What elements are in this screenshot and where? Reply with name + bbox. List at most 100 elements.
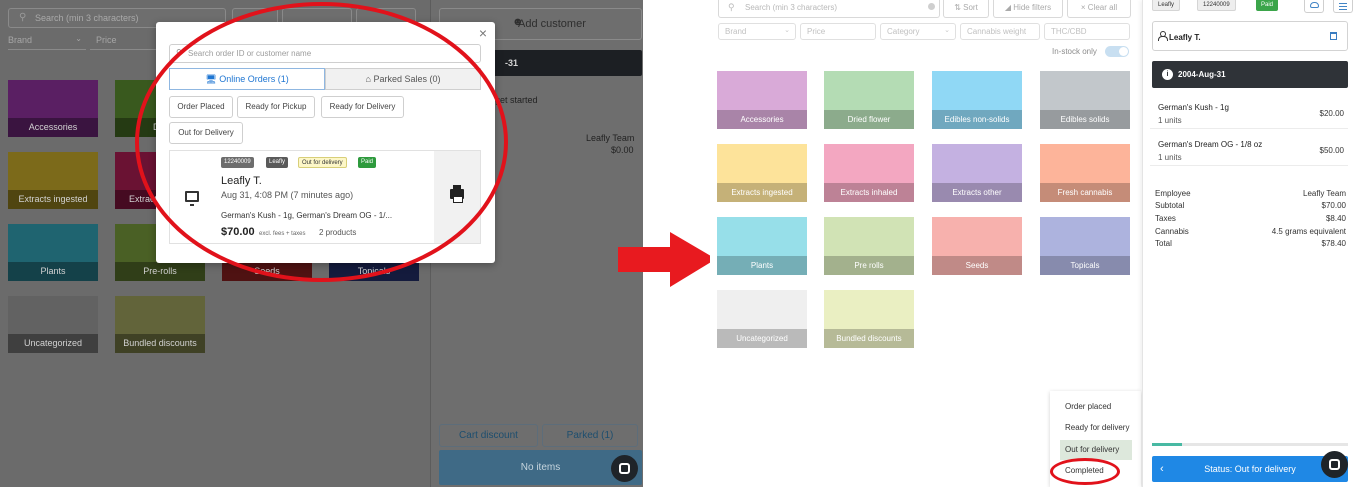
category-pre-rolls[interactable]: Pre rolls [824, 217, 914, 275]
person-icon [1158, 31, 1168, 41]
order-date-bar: i 2004-Aug-31 [1152, 61, 1348, 88]
price-filter[interactable]: Price [800, 23, 876, 40]
category-label: Edibles solids [1040, 110, 1130, 129]
summary-label: Total [1155, 239, 1172, 248]
category-label: Bundled discounts [115, 334, 205, 353]
line-item[interactable]: German's Kush - 1g 1 units $20.00 [1150, 99, 1348, 129]
sort-button[interactable]: ⇅ Sort [943, 0, 989, 18]
pos-right: ⚲ Search (min 3 characters) ⇅ Sort ◢ Hid… [710, 0, 1356, 487]
category-label: Extracts other [932, 183, 1022, 202]
category-topicals[interactable]: Topicals [1040, 217, 1130, 275]
customer-name: Leafly T. [1169, 33, 1201, 42]
summary-value: 4.5 grams equivalent [1271, 227, 1346, 236]
summary-value: $8.40 [1325, 214, 1346, 223]
summary-value: $70.00 [1321, 201, 1346, 210]
summary-value: Leafly Team [1303, 189, 1346, 198]
summary-value: $78.40 [1321, 239, 1346, 248]
category-accessories[interactable]: Accessories [717, 71, 807, 129]
chevron-down-icon: ⌄ [944, 27, 950, 34]
category-uncategorized[interactable]: Uncategorized [717, 290, 807, 348]
summary-total: Total $78.40 [1155, 239, 1346, 251]
filter-label: Category [887, 27, 920, 36]
line-item-units: 1 units [1158, 153, 1182, 162]
category-accessories[interactable]: Accessories [8, 80, 98, 137]
category-label: Topicals [1040, 256, 1130, 275]
category-plants[interactable]: Plants [717, 217, 807, 275]
close-icon: × [1080, 3, 1088, 12]
chevron-down-icon: ⌄ [75, 34, 82, 43]
summary-label: Taxes [1155, 214, 1176, 223]
brand-filter-label: Brand [8, 35, 33, 45]
order-date: 2004-Aug-31 [1178, 70, 1226, 79]
category-plants[interactable]: Plants [8, 224, 98, 281]
brand-filter[interactable]: Brand ⌄ [8, 32, 86, 50]
sort-icon: ⇅ [954, 3, 964, 12]
category-uncategorized[interactable]: Uncategorized [8, 296, 98, 353]
line-item-price: $20.00 [1319, 109, 1344, 118]
category-dried-flower[interactable]: Dried flower [824, 71, 914, 129]
chat-icon[interactable] [1321, 451, 1348, 478]
category-filter[interactable]: Category ⌄ [880, 23, 956, 40]
category-label: Extracts inhaled [824, 183, 914, 202]
highlight-ring [135, 2, 508, 282]
clear-all-button[interactable]: × Clear all [1067, 0, 1131, 18]
trash-icon[interactable] [1330, 32, 1337, 40]
get-started-text: get started [495, 95, 538, 105]
employee-name: Leafly Team [586, 133, 635, 143]
category-seeds[interactable]: Seeds [932, 217, 1022, 275]
status-option-out-for-delivery[interactable]: Out for delivery [1060, 440, 1132, 460]
info-icon: i [1162, 69, 1173, 80]
status-button[interactable]: ‹ Status: Out for delivery [1152, 456, 1348, 482]
sort-label: Sort [963, 3, 978, 12]
close-icon[interactable]: × [479, 25, 487, 41]
category-label: Dried flower [824, 110, 914, 129]
customer-box[interactable]: Leafly T. [1152, 21, 1348, 51]
summary-subtotal: Subtotal $70.00 [1155, 201, 1346, 213]
search-placeholder: Search (min 3 characters) [35, 13, 139, 23]
category-label: Fresh cannabis [1040, 183, 1130, 202]
search-icon: ⚲ [19, 12, 27, 23]
category-label: Plants [8, 262, 98, 281]
cannabis-weight-filter[interactable]: Cannabis weight [960, 23, 1040, 40]
highlight-ring [1050, 458, 1120, 485]
cart-discount-button[interactable]: Cart discount [439, 424, 538, 447]
brand-filter[interactable]: Brand ⌄ [718, 23, 796, 40]
product-search-input[interactable]: ⚲ Search (min 3 characters) [718, 0, 940, 18]
list-icon[interactable] [1333, 0, 1353, 13]
order-source-badge: Leafly [1152, 0, 1181, 11]
clear-search-icon[interactable] [928, 3, 935, 10]
status-option-order-placed[interactable]: Order placed [1060, 397, 1132, 417]
summary-label: Employee [1155, 189, 1191, 198]
parked-button[interactable]: Parked (1) [542, 424, 638, 447]
line-item[interactable]: German's Dream OG - 1/8 oz 1 units $50.0… [1150, 136, 1348, 166]
add-customer-label: Add customer [518, 18, 586, 30]
line-item-price: $50.00 [1319, 146, 1344, 155]
summary-employee: Employee Leafly Team [1155, 189, 1346, 201]
category-bundled-discounts[interactable]: Bundled discounts [115, 296, 205, 353]
category-edibles-non-solids[interactable]: Edibles non-solids [932, 71, 1022, 129]
status-button-label: Status: Out for delivery [1204, 464, 1296, 474]
category-extracts-ingested[interactable]: Extracts ingested [717, 144, 807, 202]
hide-filters-button[interactable]: ◢ Hide filters [993, 0, 1063, 18]
in-stock-toggle[interactable] [1105, 46, 1129, 57]
thc-cbd-filter[interactable]: THC/CBD [1044, 23, 1130, 40]
chevron-down-icon: ⌄ [784, 27, 790, 34]
line-item-name: German's Kush - 1g [1158, 103, 1229, 112]
category-label: Pre rolls [824, 256, 914, 275]
line-item-name: German's Dream OG - 1/8 oz [1158, 140, 1263, 149]
category-extracts-other[interactable]: Extracts other [932, 144, 1022, 202]
category-extracts-inhaled[interactable]: Extracts inhaled [824, 144, 914, 202]
category-label: Accessories [717, 110, 807, 129]
category-label: Seeds [932, 256, 1022, 275]
order-sidebar: Leafly 12240009 Paid Leafly T. i 2004-Au… [1142, 0, 1356, 487]
chat-icon[interactable] [611, 455, 638, 482]
category-extracts-ingested[interactable]: Extracts ingested [8, 152, 98, 209]
category-fresh-cannabis[interactable]: Fresh cannabis [1040, 144, 1130, 202]
category-label: Accessories [8, 118, 98, 137]
summary-label: Subtotal [1155, 201, 1185, 210]
status-option-ready-for-delivery[interactable]: Ready for delivery [1060, 418, 1132, 438]
category-bundled-discounts[interactable]: Bundled discounts [824, 290, 914, 348]
category-edibles-solids[interactable]: Edibles solids [1040, 71, 1130, 129]
cloud-icon[interactable] [1304, 0, 1324, 13]
category-label: Extracts ingested [8, 190, 98, 209]
